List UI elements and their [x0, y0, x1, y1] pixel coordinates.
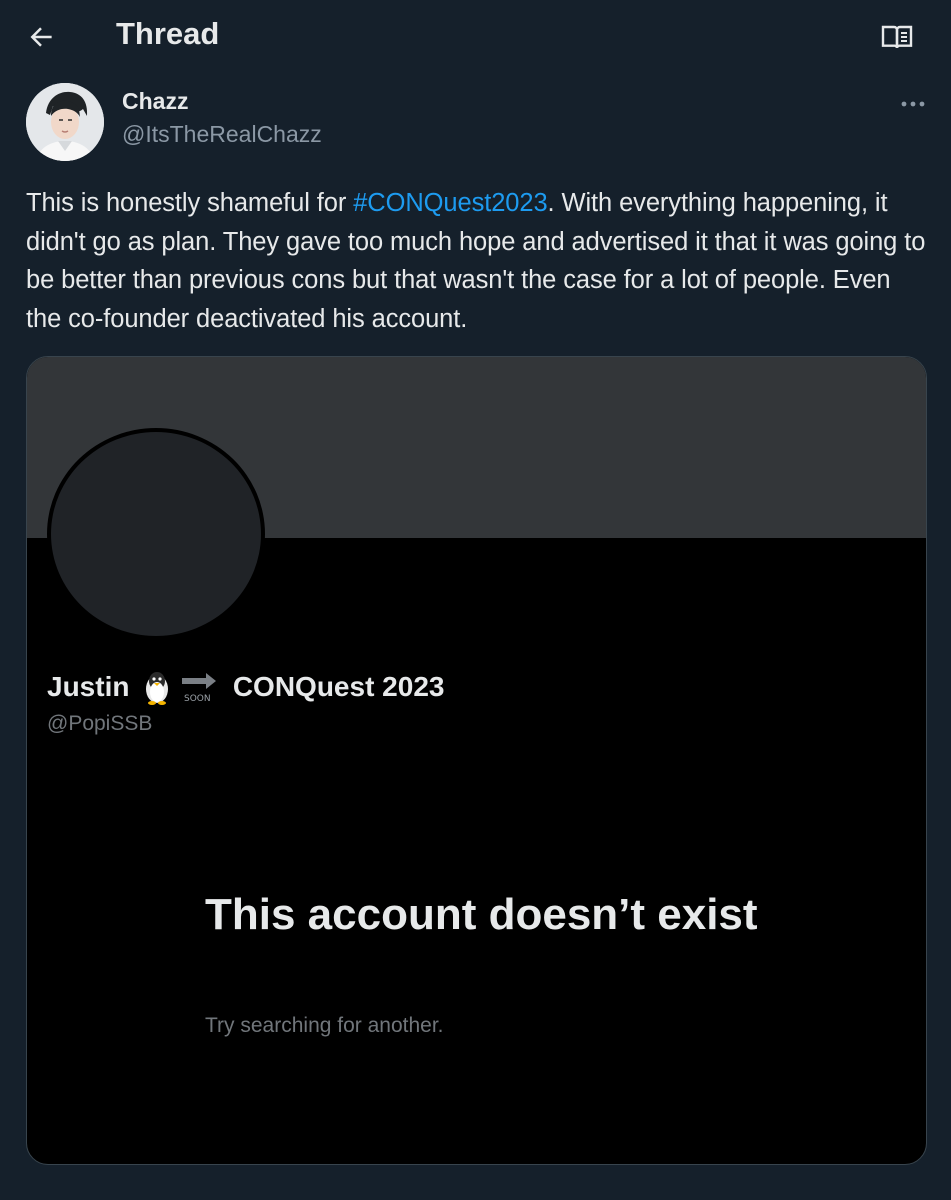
tweet-media-image[interactable]: Justin SOON CONQuest 2023 @PopiSSB This …: [26, 356, 927, 1165]
profile-picture: [47, 428, 265, 640]
penguin-icon: [145, 672, 168, 705]
reader-mode-icon[interactable]: [880, 22, 914, 52]
account-missing-headline: This account doesn’t exist: [205, 890, 758, 939]
profile-name-row: Justin SOON CONQuest 2023: [47, 669, 444, 709]
thread-header: Thread: [0, 0, 951, 74]
profile-handle: @PopiSSB: [47, 712, 153, 735]
author-handle[interactable]: @ItsTheRealChazz: [122, 121, 322, 148]
arrow-left-icon[interactable]: [26, 22, 56, 52]
soon-arrow-icon: SOON: [182, 673, 217, 704]
account-missing-subtext: Try searching for another.: [205, 1014, 444, 1037]
tweet-text-before: This is honestly shameful for: [26, 189, 354, 217]
soon-label: SOON: [184, 694, 211, 704]
profile-event-name: CONQuest 2023: [232, 671, 445, 702]
avatar-image: [26, 83, 104, 161]
avatar[interactable]: [26, 83, 104, 161]
author-display-name[interactable]: Chazz: [122, 88, 188, 115]
page-title: Thread: [116, 16, 220, 51]
hashtag-link[interactable]: #CONQuest2023: [353, 189, 547, 217]
profile-name: Justin: [47, 671, 130, 702]
more-horizontal-icon[interactable]: [900, 98, 926, 110]
tweet-text: This is honestly shameful for #CONQuest2…: [26, 184, 931, 338]
